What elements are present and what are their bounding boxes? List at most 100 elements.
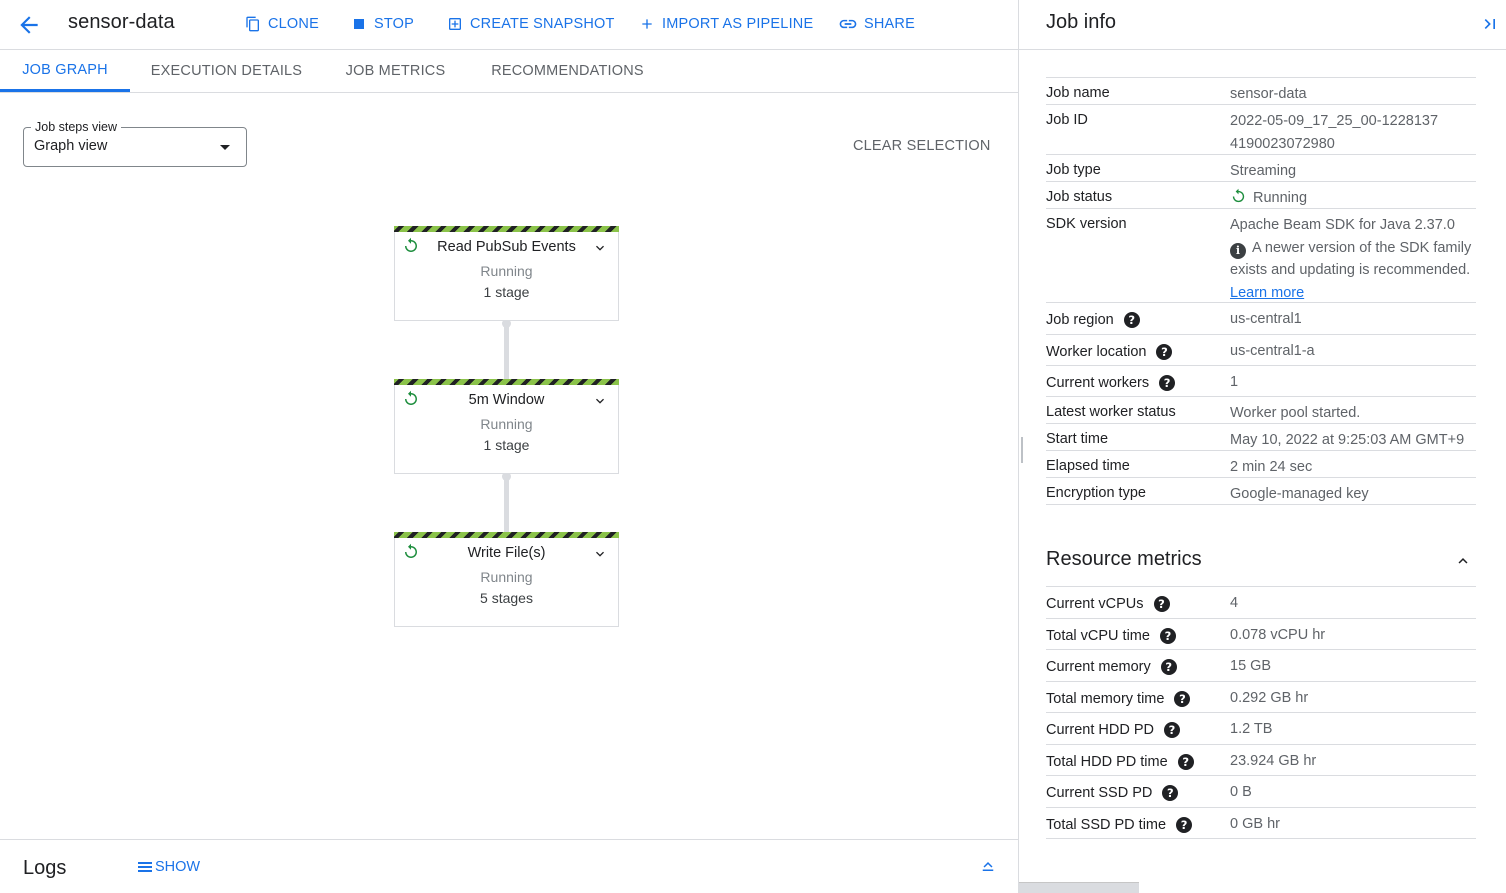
running-icon <box>402 237 420 255</box>
copy-icon <box>244 15 262 33</box>
job-toolbar: sensor-data CLONE STOP CREATE SNAPSHOT I… <box>0 0 1018 50</box>
collapse-panel-icon[interactable] <box>1480 14 1500 34</box>
info-row-job-type: Job type Streaming <box>1046 155 1476 182</box>
metric-key: Current memory? <box>1046 650 1230 681</box>
node-status-stripe <box>394 379 619 385</box>
info-value: sensor-data <box>1230 86 1307 102</box>
metric-row-current-memory: Current memory? 15 GB <box>1046 650 1476 682</box>
sdk-update-note: iA newer version of the SDK family exist… <box>1230 239 1472 278</box>
plus-icon <box>638 15 656 33</box>
chevron-down-icon[interactable] <box>592 546 608 562</box>
stop-label: STOP <box>374 16 415 32</box>
metric-value: 0 GB hr <box>1230 815 1280 832</box>
info-row-start-time: Start time May 10, 2022 at 9:25:03 AM GM… <box>1046 424 1476 451</box>
tab-job-graph[interactable]: JOB GRAPH <box>0 50 130 92</box>
node-status: Running <box>480 569 533 585</box>
graph-connector <box>502 319 511 379</box>
info-row-job-region: Job region? us-central1 <box>1046 303 1476 335</box>
info-key: Job name <box>1046 85 1110 101</box>
help-icon[interactable]: ? <box>1156 344 1173 360</box>
info-row-job-name: Job name sensor-data <box>1046 78 1476 105</box>
help-icon[interactable]: ? <box>1162 785 1179 801</box>
info-row-elapsed-time: Elapsed time 2 min 24 sec <box>1046 451 1476 478</box>
metric-row-current-ssd-pd: Current SSD PD? 0 B <box>1046 776 1476 808</box>
tab-recommendations[interactable]: RECOMMENDATIONS <box>468 50 667 92</box>
job-steps-view-select[interactable]: Job steps view Graph view <box>23 120 247 167</box>
metric-value: 0 B <box>1230 784 1252 800</box>
stop-button[interactable]: STOP <box>350 13 414 35</box>
node-title: 5m Window <box>468 392 545 408</box>
help-icon[interactable]: ? <box>1163 722 1180 738</box>
metric-value: 23.924 GB hr <box>1230 752 1317 769</box>
clone-label: CLONE <box>268 16 319 32</box>
back-arrow-icon[interactable] <box>16 12 42 38</box>
logs-show-button[interactable]: SHOW <box>137 859 200 875</box>
graph-connector <box>502 472 511 532</box>
info-value: Running <box>1230 182 1476 208</box>
clear-selection-button[interactable]: CLEAR SELECTION <box>853 138 991 154</box>
tab-execution-details[interactable]: EXECUTION DETAILS <box>130 50 323 92</box>
info-value: 2 min 24 sec <box>1230 459 1313 475</box>
metric-row-total-vcpu-time: Total vCPU time? 0.078 vCPU hr <box>1046 619 1476 650</box>
node-status-stripe <box>394 226 619 232</box>
info-row-worker-location: Worker location? us-central1-a <box>1046 335 1476 366</box>
job-info-title: Job info <box>1046 11 1117 33</box>
logs-title: Logs <box>23 857 67 879</box>
metric-row-current-vcpus: Current vCPUs? 4 <box>1046 587 1476 619</box>
running-icon <box>402 390 420 408</box>
job-info-panel: Job info Job name sensor-data Job ID 202… <box>1019 0 1506 893</box>
import-as-pipeline-label: IMPORT AS PIPELINE <box>662 16 814 32</box>
info-value: May 10, 2022 at 9:25:03 AM GMT+9 <box>1230 432 1465 448</box>
node-stages: 1 stage <box>483 437 530 453</box>
job-steps-view-label: Job steps view <box>31 120 121 134</box>
tab-job-metrics[interactable]: JOB METRICS <box>323 50 468 92</box>
chevron-down-icon[interactable] <box>592 393 608 409</box>
metric-key: Total HDD PD time? <box>1046 745 1230 776</box>
graph-node-write-files[interactable]: Write File(s) Running 5 stages <box>394 532 619 627</box>
menu-lines-icon <box>137 860 153 874</box>
clone-button[interactable]: CLONE <box>244 13 319 35</box>
import-as-pipeline-button[interactable]: IMPORT AS PIPELINE <box>638 13 813 35</box>
help-icon[interactable]: ? <box>1174 690 1191 707</box>
snapshot-icon <box>446 15 464 33</box>
learn-more-link[interactable]: Learn more <box>1230 285 1304 301</box>
help-icon[interactable]: ? <box>1177 753 1194 770</box>
help-icon[interactable]: ? <box>1159 627 1176 644</box>
resource-metrics-header: Resource metrics <box>1046 546 1476 576</box>
info-value: us-central1 <box>1230 311 1302 327</box>
share-button[interactable]: SHARE <box>838 13 915 35</box>
help-icon[interactable]: ? <box>1123 312 1140 328</box>
running-icon <box>402 543 420 561</box>
metric-key: Total SSD PD time? <box>1046 808 1230 839</box>
info-key: Job status <box>1046 189 1113 205</box>
running-status-icon <box>1230 188 1247 205</box>
info-value: Streaming <box>1230 163 1297 179</box>
chevron-up-icon[interactable] <box>1454 552 1472 570</box>
info-row-current-workers: Current workers? 1 <box>1046 366 1476 397</box>
graph-node-read-pubsub-events[interactable]: Read PubSub Events Running 1 stage <box>394 226 619 321</box>
job-title: sensor-data <box>68 11 175 33</box>
info-key: Encryption type <box>1046 485 1146 501</box>
logs-panel: Logs SHOW <box>0 839 1018 893</box>
info-value: Worker pool started. <box>1230 405 1361 421</box>
info-key: Job region? <box>1046 303 1230 334</box>
node-stages: 1 stage <box>483 284 530 300</box>
info-icon: i <box>1230 242 1246 259</box>
chevron-down-icon[interactable] <box>592 240 608 256</box>
graph-node-5m-window[interactable]: 5m Window Running 1 stage <box>394 379 619 474</box>
link-icon <box>838 15 858 33</box>
stop-icon <box>350 15 368 33</box>
help-icon[interactable]: ? <box>1176 816 1193 833</box>
info-value: us-central1-a <box>1230 343 1315 359</box>
help-icon[interactable]: ? <box>1159 375 1176 391</box>
expand-up-icon[interactable] <box>979 856 997 874</box>
info-key: Current workers? <box>1046 366 1230 396</box>
help-icon[interactable]: ? <box>1153 596 1170 612</box>
create-snapshot-button[interactable]: CREATE SNAPSHOT <box>446 13 615 35</box>
info-key: Latest worker status <box>1046 404 1176 420</box>
help-icon[interactable]: ? <box>1160 659 1177 675</box>
horizontal-scrollbar[interactable] <box>1019 882 1139 893</box>
job-info-header: Job info <box>1019 0 1506 50</box>
job-tabs: JOB GRAPH EXECUTION DETAILS JOB METRICS … <box>0 50 1018 93</box>
info-row-latest-worker-status: Latest worker status Worker pool started… <box>1046 397 1476 424</box>
